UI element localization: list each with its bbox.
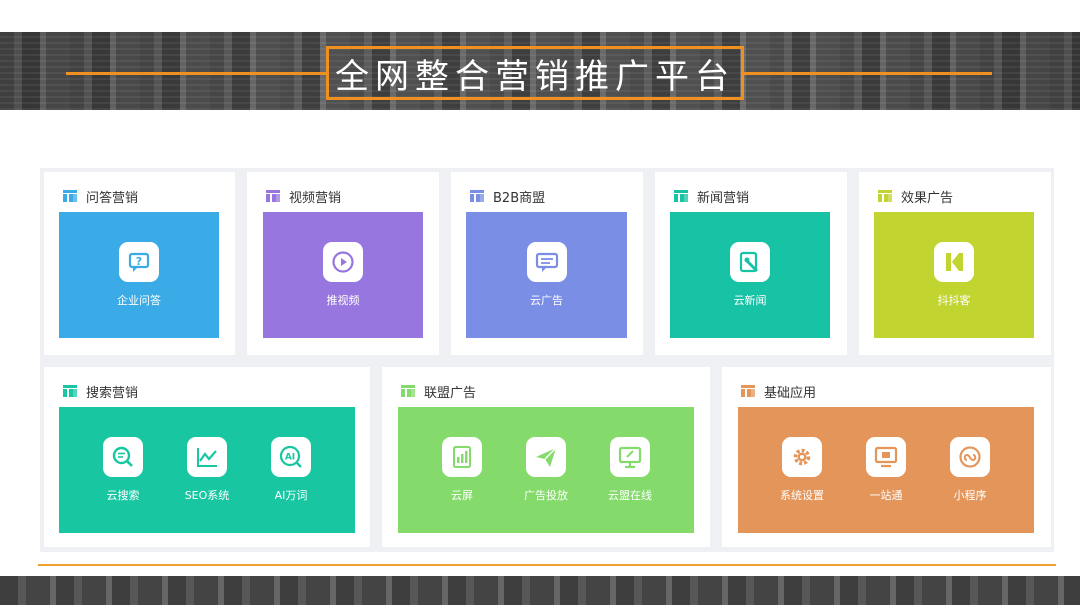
card-header: 搜索营销 xyxy=(63,383,139,401)
card-header: 基础应用 xyxy=(741,383,817,401)
item-label: 云广告 xyxy=(530,294,563,307)
item-label: SEO系统 xyxy=(184,489,230,502)
message-icon xyxy=(526,242,567,282)
item-alliance-online[interactable]: 云盟在线 xyxy=(590,437,670,503)
send-icon xyxy=(526,437,566,477)
item-cloud-ad[interactable]: 云广告 xyxy=(507,242,587,308)
layout-icon xyxy=(878,190,892,202)
monitor-icon xyxy=(610,437,650,477)
card-header: 效果广告 xyxy=(878,188,954,206)
card-title: 搜索营销 xyxy=(86,385,139,401)
banner-line-left xyxy=(66,72,328,75)
item-seo-system[interactable]: SEO系统 xyxy=(167,437,247,503)
card-effect: 效果广告 抖抖客 xyxy=(859,172,1051,355)
ai-search-icon: AI xyxy=(271,437,311,477)
card-header: 视频营销 xyxy=(266,188,342,206)
panel-area: 问答营销 ? 企业问答 视频营销 推视频 B2B商盟 云广告 新闻营销 云新闻 … xyxy=(40,168,1054,552)
banner-line-right xyxy=(742,72,992,75)
card-header: 问答营销 xyxy=(63,188,139,206)
search-icon xyxy=(103,437,143,477)
svg-text:AI: AI xyxy=(285,453,295,463)
tv-icon xyxy=(866,437,906,477)
item-push-video[interactable]: 推视频 xyxy=(303,242,383,308)
card-header: 新闻营销 xyxy=(674,188,750,206)
item-ai-words[interactable]: AI AI万词 xyxy=(251,437,331,503)
tile-video: 推视频 xyxy=(263,212,423,338)
tile-wenda: ? 企业问答 xyxy=(59,212,219,338)
tile-effect: 抖抖客 xyxy=(874,212,1034,338)
card-title: 问答营销 xyxy=(86,190,139,206)
card-alliance: 联盟广告 云屏 广告投放 云盟在线 xyxy=(382,367,710,547)
item-label: 云搜索 xyxy=(106,489,140,502)
bottom-banner xyxy=(0,576,1080,605)
screen-chart-icon xyxy=(442,437,482,477)
item-system-settings[interactable]: 系统设置 xyxy=(762,437,842,503)
item-label: 广告投放 xyxy=(524,489,568,502)
item-enterprise-qa[interactable]: ? 企业问答 xyxy=(99,242,179,308)
card-news: 新闻营销 云新闻 xyxy=(655,172,847,355)
page-title: 全网整合营销推广平台 xyxy=(335,56,735,97)
line-chart-icon xyxy=(187,437,227,477)
mini-program-icon xyxy=(950,437,990,477)
card-wenda: 问答营销 ? 企业问答 xyxy=(44,172,235,355)
card-title: 视频营销 xyxy=(289,190,342,206)
item-one-stop[interactable]: 一站通 xyxy=(846,437,926,503)
card-header: 联盟广告 xyxy=(401,383,477,401)
item-label: 云屏 xyxy=(451,489,473,502)
layout-icon xyxy=(266,190,280,202)
card-basic: 基础应用 系统设置 一站通 小程序 xyxy=(722,367,1051,547)
card-title: 联盟广告 xyxy=(424,385,477,401)
card-search: 搜索营销 云搜索 SEO系统 AI AI万词 xyxy=(44,367,370,547)
item-cloud-screen[interactable]: 云屏 xyxy=(422,437,502,503)
item-label: 系统设置 xyxy=(780,489,824,502)
item-cloud-news[interactable]: 云新闻 xyxy=(710,242,790,308)
item-label: 小程序 xyxy=(953,489,987,502)
item-mini-program[interactable]: 小程序 xyxy=(930,437,1010,503)
item-label: 抖抖客 xyxy=(937,294,971,307)
tile-search: 云搜索 SEO系统 AI AI万词 xyxy=(59,407,355,533)
tile-news: 云新闻 xyxy=(670,212,830,338)
layout-icon xyxy=(470,190,484,202)
card-title: 基础应用 xyxy=(764,385,817,401)
question-chat-icon: ? xyxy=(119,242,159,282)
layout-icon xyxy=(674,190,688,202)
gear-icon xyxy=(782,437,822,477)
item-label: 云新闻 xyxy=(733,294,767,307)
item-label: 云盟在线 xyxy=(608,489,652,502)
tile-alliance: 云屏 广告投放 云盟在线 xyxy=(398,407,694,533)
svg-text:?: ? xyxy=(136,255,142,268)
tile-b2b: 云广告 xyxy=(466,212,627,338)
card-title: 效果广告 xyxy=(901,190,954,206)
item-label: 企业问答 xyxy=(117,294,161,307)
item-cloud-search[interactable]: 云搜索 xyxy=(83,437,163,503)
card-header: B2B商盟 xyxy=(470,188,546,206)
card-title: 新闻营销 xyxy=(697,190,750,206)
banner-title-frame: 全网整合营销推广平台 xyxy=(326,46,744,100)
item-doudouke[interactable]: 抖抖客 xyxy=(914,242,994,308)
layout-icon xyxy=(401,385,415,397)
tile-basic: 系统设置 一站通 小程序 xyxy=(738,407,1034,533)
card-video: 视频营销 推视频 xyxy=(247,172,439,355)
news-icon xyxy=(730,242,770,282)
layout-icon xyxy=(63,190,77,202)
item-label: AI万词 xyxy=(274,489,308,502)
layout-icon xyxy=(63,385,77,397)
item-ad-placement[interactable]: 广告投放 xyxy=(506,437,586,503)
item-label: 推视频 xyxy=(326,294,360,307)
item-label: 一站通 xyxy=(869,489,903,502)
layout-icon xyxy=(741,385,755,397)
play-icon xyxy=(323,242,363,282)
bottom-accent-line xyxy=(38,564,1056,566)
k-logo-icon xyxy=(934,242,974,282)
card-b2b: B2B商盟 云广告 xyxy=(451,172,643,355)
card-title: B2B商盟 xyxy=(493,190,546,206)
